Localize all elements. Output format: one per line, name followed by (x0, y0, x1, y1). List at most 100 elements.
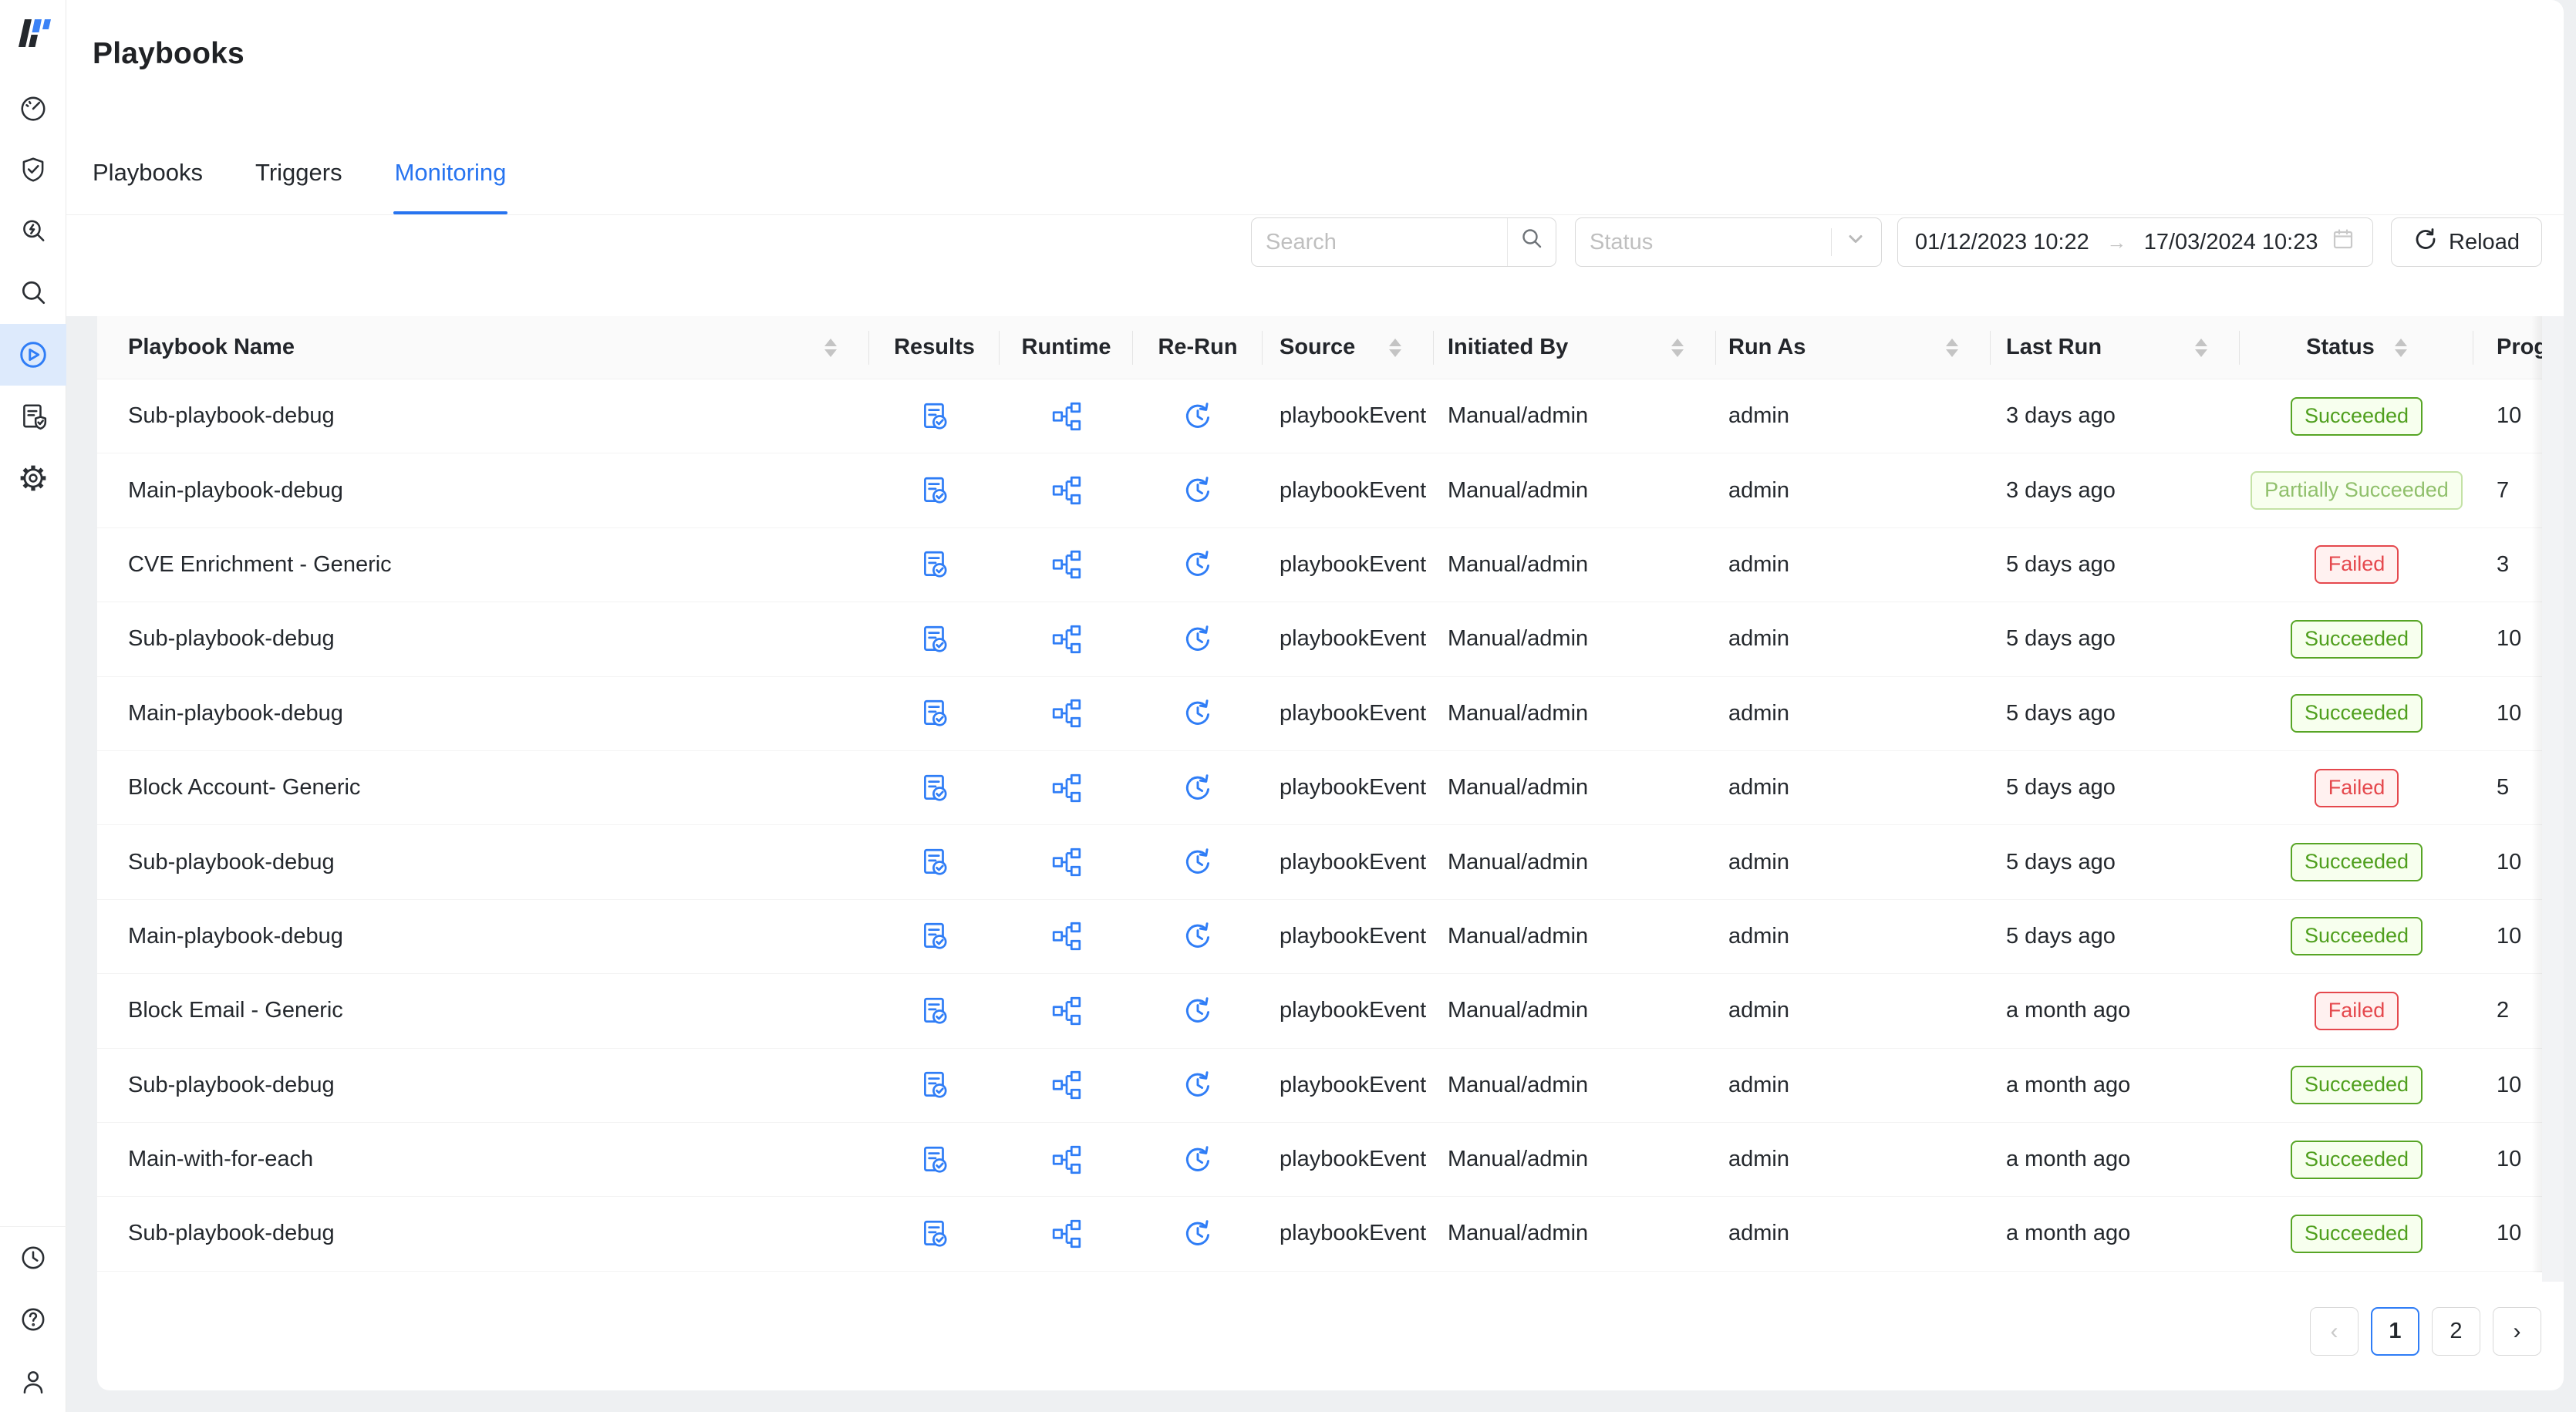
playbook-results-icon[interactable] (912, 989, 957, 1033)
column-header-status[interactable]: Status (2240, 316, 2473, 379)
sidebar-item-history[interactable] (0, 1227, 66, 1289)
rerun-icon[interactable] (1175, 840, 1220, 885)
tab-monitoring[interactable]: Monitoring (395, 154, 507, 214)
sidebar-item-settings[interactable] (0, 447, 66, 509)
playbook-runtime-icon[interactable] (1044, 840, 1089, 885)
sidebar-item-playbooks[interactable] (0, 324, 66, 386)
column-header-initiated[interactable]: Initiated By (1434, 316, 1716, 379)
date-range-picker[interactable]: 01/12/2023 10:22 → 17/03/2024 10:23 (1897, 217, 2373, 267)
pagination-page-2[interactable]: 2 (2432, 1307, 2480, 1356)
playbook-runtime-icon[interactable] (1044, 914, 1089, 959)
table-row[interactable]: Main-playbook-debugplaybookEventManual/a… (97, 453, 2542, 527)
column-header-name[interactable]: Playbook Name (97, 316, 869, 379)
playbook-results-icon[interactable] (912, 691, 957, 736)
playbook-results-icon[interactable] (912, 840, 957, 885)
column-header-source[interactable]: Source (1263, 316, 1434, 379)
column-label: Last Run (2006, 335, 2102, 360)
pagination-page-1[interactable]: 1 (2371, 1307, 2419, 1356)
playbook-runtime-icon[interactable] (1044, 1063, 1089, 1107)
table-row[interactable]: Sub-playbook-debugplaybookEventManual/ad… (97, 602, 2542, 676)
rerun-icon[interactable] (1175, 914, 1220, 959)
rerun-icon[interactable] (1175, 542, 1220, 587)
cell-status: Succeeded (2240, 1215, 2473, 1253)
cell-runtime (1000, 989, 1133, 1033)
playbook-runtime-icon[interactable] (1044, 1211, 1089, 1256)
playbook-runtime-icon[interactable] (1044, 989, 1089, 1033)
sidebar-item-search[interactable] (0, 262, 66, 324)
magnifier-bolt-icon (19, 217, 48, 246)
playbook-results-icon[interactable] (912, 914, 957, 959)
sidebar-item-reports[interactable] (0, 386, 66, 447)
table-row[interactable]: Sub-playbook-debugplaybookEventManual/ad… (97, 379, 2542, 453)
rerun-icon[interactable] (1175, 468, 1220, 513)
playbook-runtime-icon[interactable] (1044, 617, 1089, 662)
playbook-results-icon[interactable] (912, 1137, 957, 1182)
table-row[interactable]: Main-with-for-eachplaybookEventManual/ad… (97, 1123, 2542, 1197)
cell-status: Succeeded (2240, 843, 2473, 881)
table-row[interactable]: Block Email - GenericplaybookEventManual… (97, 974, 2542, 1048)
cell-rerun (1133, 989, 1263, 1033)
playbook-results-icon[interactable] (912, 542, 957, 587)
cell-lastrun: 5 days ago (1991, 626, 2240, 652)
rerun-icon[interactable] (1175, 1211, 1220, 1256)
column-label: Prog (2497, 335, 2542, 360)
playbook-results-icon[interactable] (912, 1063, 957, 1107)
cell-initiated: Manual/admin (1434, 924, 1716, 949)
playbook-results-icon[interactable] (912, 394, 957, 439)
table-row[interactable]: Main-playbook-debugplaybookEventManual/a… (97, 900, 2542, 974)
status-badge: Succeeded (2291, 917, 2423, 955)
table-row[interactable]: Sub-playbook-debugplaybookEventManual/ad… (97, 825, 2542, 899)
tab-triggers[interactable]: Triggers (255, 154, 342, 214)
playbook-results-icon[interactable] (912, 468, 957, 513)
playbook-runtime-icon[interactable] (1044, 394, 1089, 439)
column-header-runas[interactable]: Run As (1716, 316, 1991, 379)
cell-initiated: Manual/admin (1434, 850, 1716, 875)
playbook-results-icon[interactable] (912, 617, 957, 662)
column-header-lastrun[interactable]: Last Run (1991, 316, 2240, 379)
cell-results (869, 1211, 1000, 1256)
search-box (1251, 217, 1556, 267)
chevron-left-icon: ‹ (2331, 1320, 2338, 1343)
rerun-icon[interactable] (1175, 691, 1220, 736)
search-input[interactable] (1252, 218, 1507, 266)
rerun-icon[interactable] (1175, 1137, 1220, 1182)
sidebar-item-security[interactable] (0, 139, 66, 201)
table-row[interactable]: Block Account- GenericplaybookEventManua… (97, 751, 2542, 825)
pagination-prev-button[interactable]: ‹ (2310, 1307, 2359, 1356)
tab-playbooks[interactable]: Playbooks (93, 154, 203, 214)
search-button[interactable] (1508, 218, 1556, 266)
sidebar-item-account[interactable] (0, 1350, 66, 1412)
sidebar-item-help[interactable] (0, 1289, 66, 1350)
pagination-next-button[interactable]: › (2493, 1307, 2541, 1356)
sidebar-item-threat-intel[interactable] (0, 201, 66, 262)
status-filter-select[interactable]: Status (1575, 217, 1882, 267)
cell-runtime (1000, 394, 1133, 439)
rerun-icon[interactable] (1175, 766, 1220, 810)
rerun-icon[interactable] (1175, 617, 1220, 662)
cell-results (869, 542, 1000, 587)
table-row[interactable]: Sub-playbook-debugplaybookEventManual/ad… (97, 1197, 2542, 1271)
table-row[interactable]: Main-playbook-debugplaybookEventManual/a… (97, 677, 2542, 751)
table-row[interactable]: Sub-playbook-debugplaybookEventManual/ad… (97, 1049, 2542, 1123)
reload-button[interactable]: Reload (2391, 217, 2542, 267)
playbook-runtime-icon[interactable] (1044, 542, 1089, 587)
cell-rerun (1133, 1063, 1263, 1107)
table-row[interactable]: CVE Enrichment - GenericplaybookEventMan… (97, 528, 2542, 602)
rerun-icon[interactable] (1175, 989, 1220, 1033)
scroll-gutter[interactable] (2542, 316, 2564, 1282)
date-range-arrow-icon: → (2102, 231, 2131, 254)
app-logo[interactable] (0, 0, 66, 66)
playbook-results-icon[interactable] (912, 766, 957, 810)
playbook-results-icon[interactable] (912, 1211, 957, 1256)
sidebar-item-dashboard[interactable] (0, 77, 66, 139)
cell-initiated: Manual/admin (1434, 626, 1716, 652)
rerun-icon[interactable] (1175, 1063, 1220, 1107)
playbook-runtime-icon[interactable] (1044, 766, 1089, 810)
playbook-runtime-icon[interactable] (1044, 691, 1089, 736)
rerun-icon[interactable] (1175, 394, 1220, 439)
cell-runtime (1000, 691, 1133, 736)
playbook-runtime-icon[interactable] (1044, 468, 1089, 513)
cell-runas: admin (1716, 775, 1991, 800)
playbook-runtime-icon[interactable] (1044, 1137, 1089, 1182)
column-label: Playbook Name (128, 335, 295, 360)
